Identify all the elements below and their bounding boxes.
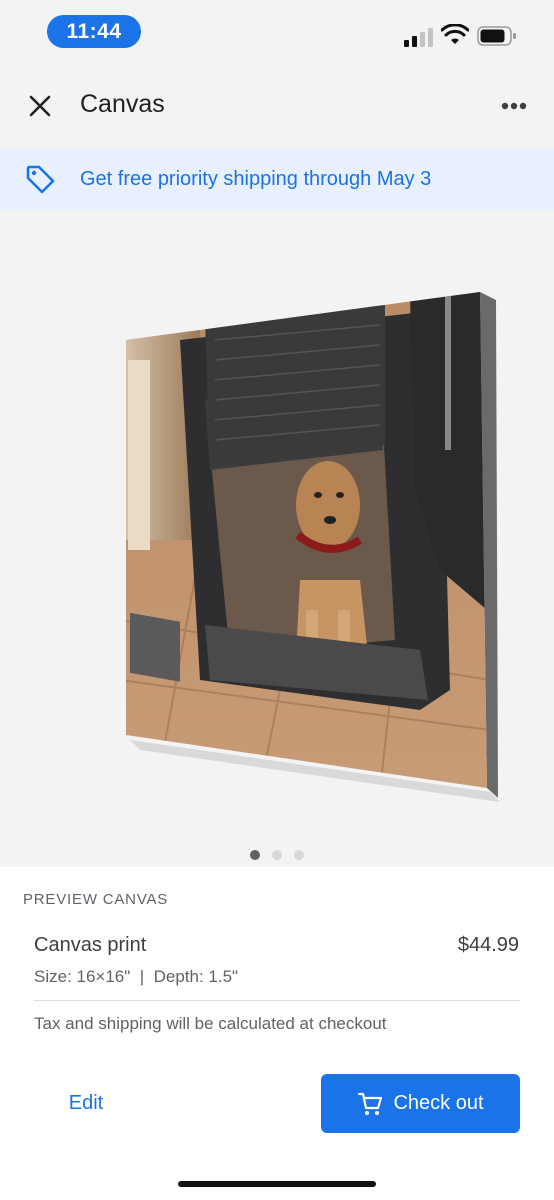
edit-button[interactable]: Edit <box>34 1074 138 1132</box>
checkout-label: Check out <box>393 1092 484 1114</box>
app-bar: Canvas <box>0 64 554 148</box>
page-indicator <box>0 850 554 860</box>
promo-text: Get free priority shipping through May 3 <box>80 167 432 190</box>
wifi-icon <box>441 24 469 44</box>
page-title: Canvas <box>80 90 165 118</box>
status-bar: 11:44 <box>0 0 554 64</box>
canvas-preview[interactable] <box>0 210 554 867</box>
battery-icon <box>477 26 516 46</box>
status-time: 11:44 <box>47 15 141 48</box>
cart-icon <box>358 1092 383 1115</box>
more-horizontal-icon <box>501 102 527 110</box>
page-dot-3[interactable] <box>294 850 304 860</box>
cellular-signal-icon <box>404 28 433 47</box>
product-name: Canvas print <box>34 934 147 956</box>
page-dot-2[interactable] <box>272 850 282 860</box>
close-icon <box>29 95 51 117</box>
tag-icon <box>26 165 55 194</box>
canvas-preview-image <box>126 292 500 802</box>
promo-banner[interactable]: Get free priority shipping through May 3 <box>0 148 554 210</box>
close-button[interactable] <box>20 86 60 126</box>
section-label: PREVIEW CANVAS <box>23 891 169 908</box>
page-dot-1[interactable] <box>250 850 260 860</box>
more-options-button[interactable] <box>494 86 534 126</box>
product-specs: Size: 16×16" | Depth: 1.5" <box>34 967 239 986</box>
product-price: $44.99 <box>457 934 519 956</box>
home-indicator[interactable] <box>178 1181 376 1187</box>
checkout-button[interactable]: Check out <box>321 1074 520 1133</box>
divider <box>34 1000 520 1001</box>
tax-note: Tax and shipping will be calculated at c… <box>34 1014 387 1033</box>
